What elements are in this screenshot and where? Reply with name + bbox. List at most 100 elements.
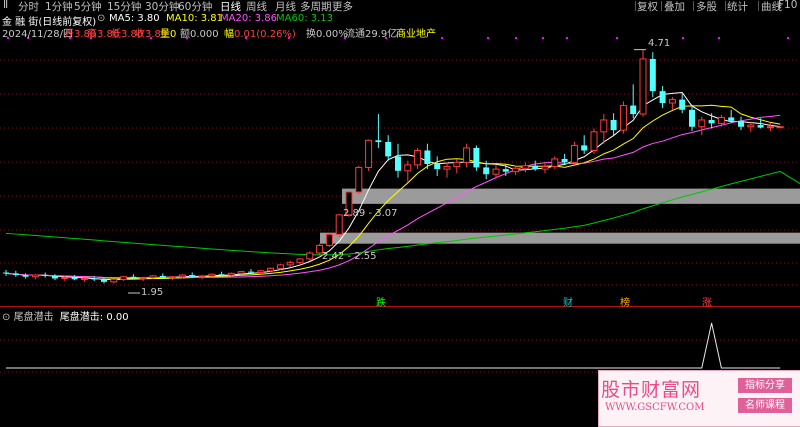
event-report-marker[interactable]: 财 [563, 294, 573, 309]
candle-body[interactable] [581, 145, 588, 151]
candle-body[interactable] [659, 91, 666, 104]
candle-body[interactable] [483, 167, 490, 175]
toolbar-button-0[interactable]: 复权 [637, 0, 658, 14]
indicator-expand-icon[interactable]: ⊙ [2, 312, 10, 323]
candle-body[interactable] [375, 140, 382, 142]
tab-3[interactable]: 5分钟 [74, 0, 102, 14]
candle-body[interactable] [424, 150, 431, 165]
candle-body[interactable] [296, 258, 304, 263]
candle-body[interactable] [551, 158, 559, 168]
candle-body[interactable] [766, 126, 774, 129]
candle-body[interactable] [355, 166, 363, 193]
candle-body[interactable] [335, 214, 343, 235]
candle-body[interactable] [600, 119, 608, 133]
candle-body[interactable] [717, 116, 725, 124]
candle-body[interactable] [306, 252, 314, 260]
tab-11[interactable]: 更多 [332, 0, 353, 14]
candle-body[interactable] [630, 105, 637, 115]
candle-body[interactable] [42, 275, 49, 277]
candle-body[interactable] [521, 165, 529, 169]
toolbar-button-3[interactable]: 统计 [727, 0, 748, 14]
candle-body[interactable] [679, 99, 686, 110]
candle-body[interactable] [728, 117, 735, 121]
candle-body[interactable] [512, 167, 520, 173]
candle-body[interactable] [169, 276, 177, 279]
tab-1[interactable]: 分时 [18, 0, 39, 14]
candle-body[interactable] [71, 277, 78, 280]
event-rank-marker[interactable]: 榜 [620, 294, 630, 309]
candle-body[interactable] [463, 147, 471, 163]
candle-body[interactable] [492, 168, 500, 175]
candle-body[interactable] [708, 119, 715, 124]
candle-body[interactable] [276, 264, 284, 269]
candle-body[interactable] [149, 275, 157, 279]
event-rise-marker[interactable]: 涨 [702, 294, 712, 309]
kline-chart[interactable] [0, 0, 800, 425]
tab-10[interactable]: 多周期 [300, 0, 332, 14]
candle-body[interactable] [130, 276, 137, 279]
candle-body[interactable] [776, 126, 784, 129]
toolbar-button-2[interactable]: 多股 [696, 0, 717, 14]
candle-body[interactable] [101, 279, 107, 282]
candle-body[interactable] [22, 275, 29, 277]
indicator-title[interactable]: 尾盘潜击 [14, 312, 54, 323]
candle-body[interactable] [110, 278, 118, 283]
candle-body[interactable] [668, 99, 676, 104]
candle-body[interactable] [227, 272, 235, 276]
candle-body[interactable] [473, 147, 480, 168]
candle-body[interactable] [139, 277, 147, 280]
candle-body[interactable] [443, 166, 451, 170]
candle-body[interactable] [532, 165, 539, 170]
candle-body[interactable] [365, 139, 373, 168]
tab-7[interactable]: 日线 [220, 0, 241, 14]
candle-body[interactable] [208, 273, 216, 277]
candle-body[interactable] [414, 149, 422, 166]
tab-0[interactable]: Ⅱ [3, 0, 8, 11]
candle-body[interactable] [31, 274, 39, 278]
expand-icon[interactable]: ⊙ [97, 13, 105, 24]
candle-body[interactable] [434, 164, 441, 170]
candle-body[interactable] [619, 105, 627, 131]
toolbar-button-1[interactable]: 叠加 [664, 0, 685, 14]
tab-5[interactable]: 30分钟 [145, 0, 179, 14]
tab-8[interactable]: 周线 [246, 0, 267, 14]
candle-body[interactable] [61, 277, 69, 280]
candle-body[interactable] [738, 120, 744, 127]
tab-2[interactable]: 1分钟 [45, 0, 73, 14]
candle-body[interactable] [159, 275, 166, 278]
candle-body[interactable] [12, 273, 19, 276]
candle-body[interactable] [385, 142, 392, 157]
candle-body[interactable] [590, 131, 598, 151]
candle-body[interactable] [757, 125, 764, 128]
tab-9[interactable]: 月线 [275, 0, 296, 14]
candle-body[interactable] [120, 276, 128, 280]
tab-6[interactable]: 60分钟 [178, 0, 212, 14]
candle-body[interactable] [325, 233, 333, 246]
candle-body[interactable] [52, 275, 58, 279]
event-fall-marker[interactable]: 跌 [376, 294, 386, 309]
candle-body[interactable] [639, 58, 647, 115]
candle-body[interactable] [3, 272, 9, 274]
candle-body[interactable] [286, 261, 294, 266]
candle-body[interactable] [561, 158, 568, 163]
candle-body[interactable] [237, 271, 245, 274]
candle-body[interactable] [189, 275, 196, 277]
candle-body[interactable] [570, 144, 578, 163]
candle-body[interactable] [747, 124, 755, 128]
candle-body[interactable] [649, 58, 656, 92]
candle-body[interactable] [698, 119, 706, 128]
toolbar-button-5[interactable]: F10 [778, 0, 797, 11]
candle-body[interactable] [689, 109, 695, 127]
candle-body[interactable] [257, 270, 265, 274]
candle-body[interactable] [541, 166, 549, 170]
candle-body[interactable] [502, 169, 509, 172]
candle-body[interactable] [91, 278, 98, 280]
candle-body[interactable] [218, 274, 225, 276]
candle-body[interactable] [178, 274, 186, 278]
candle-body[interactable] [267, 267, 275, 272]
candle-body[interactable] [248, 271, 254, 273]
tab-4[interactable]: 15分钟 [107, 0, 141, 14]
candle-body[interactable] [404, 164, 412, 172]
candle-body[interactable] [395, 156, 401, 171]
candle-body[interactable] [453, 161, 461, 168]
